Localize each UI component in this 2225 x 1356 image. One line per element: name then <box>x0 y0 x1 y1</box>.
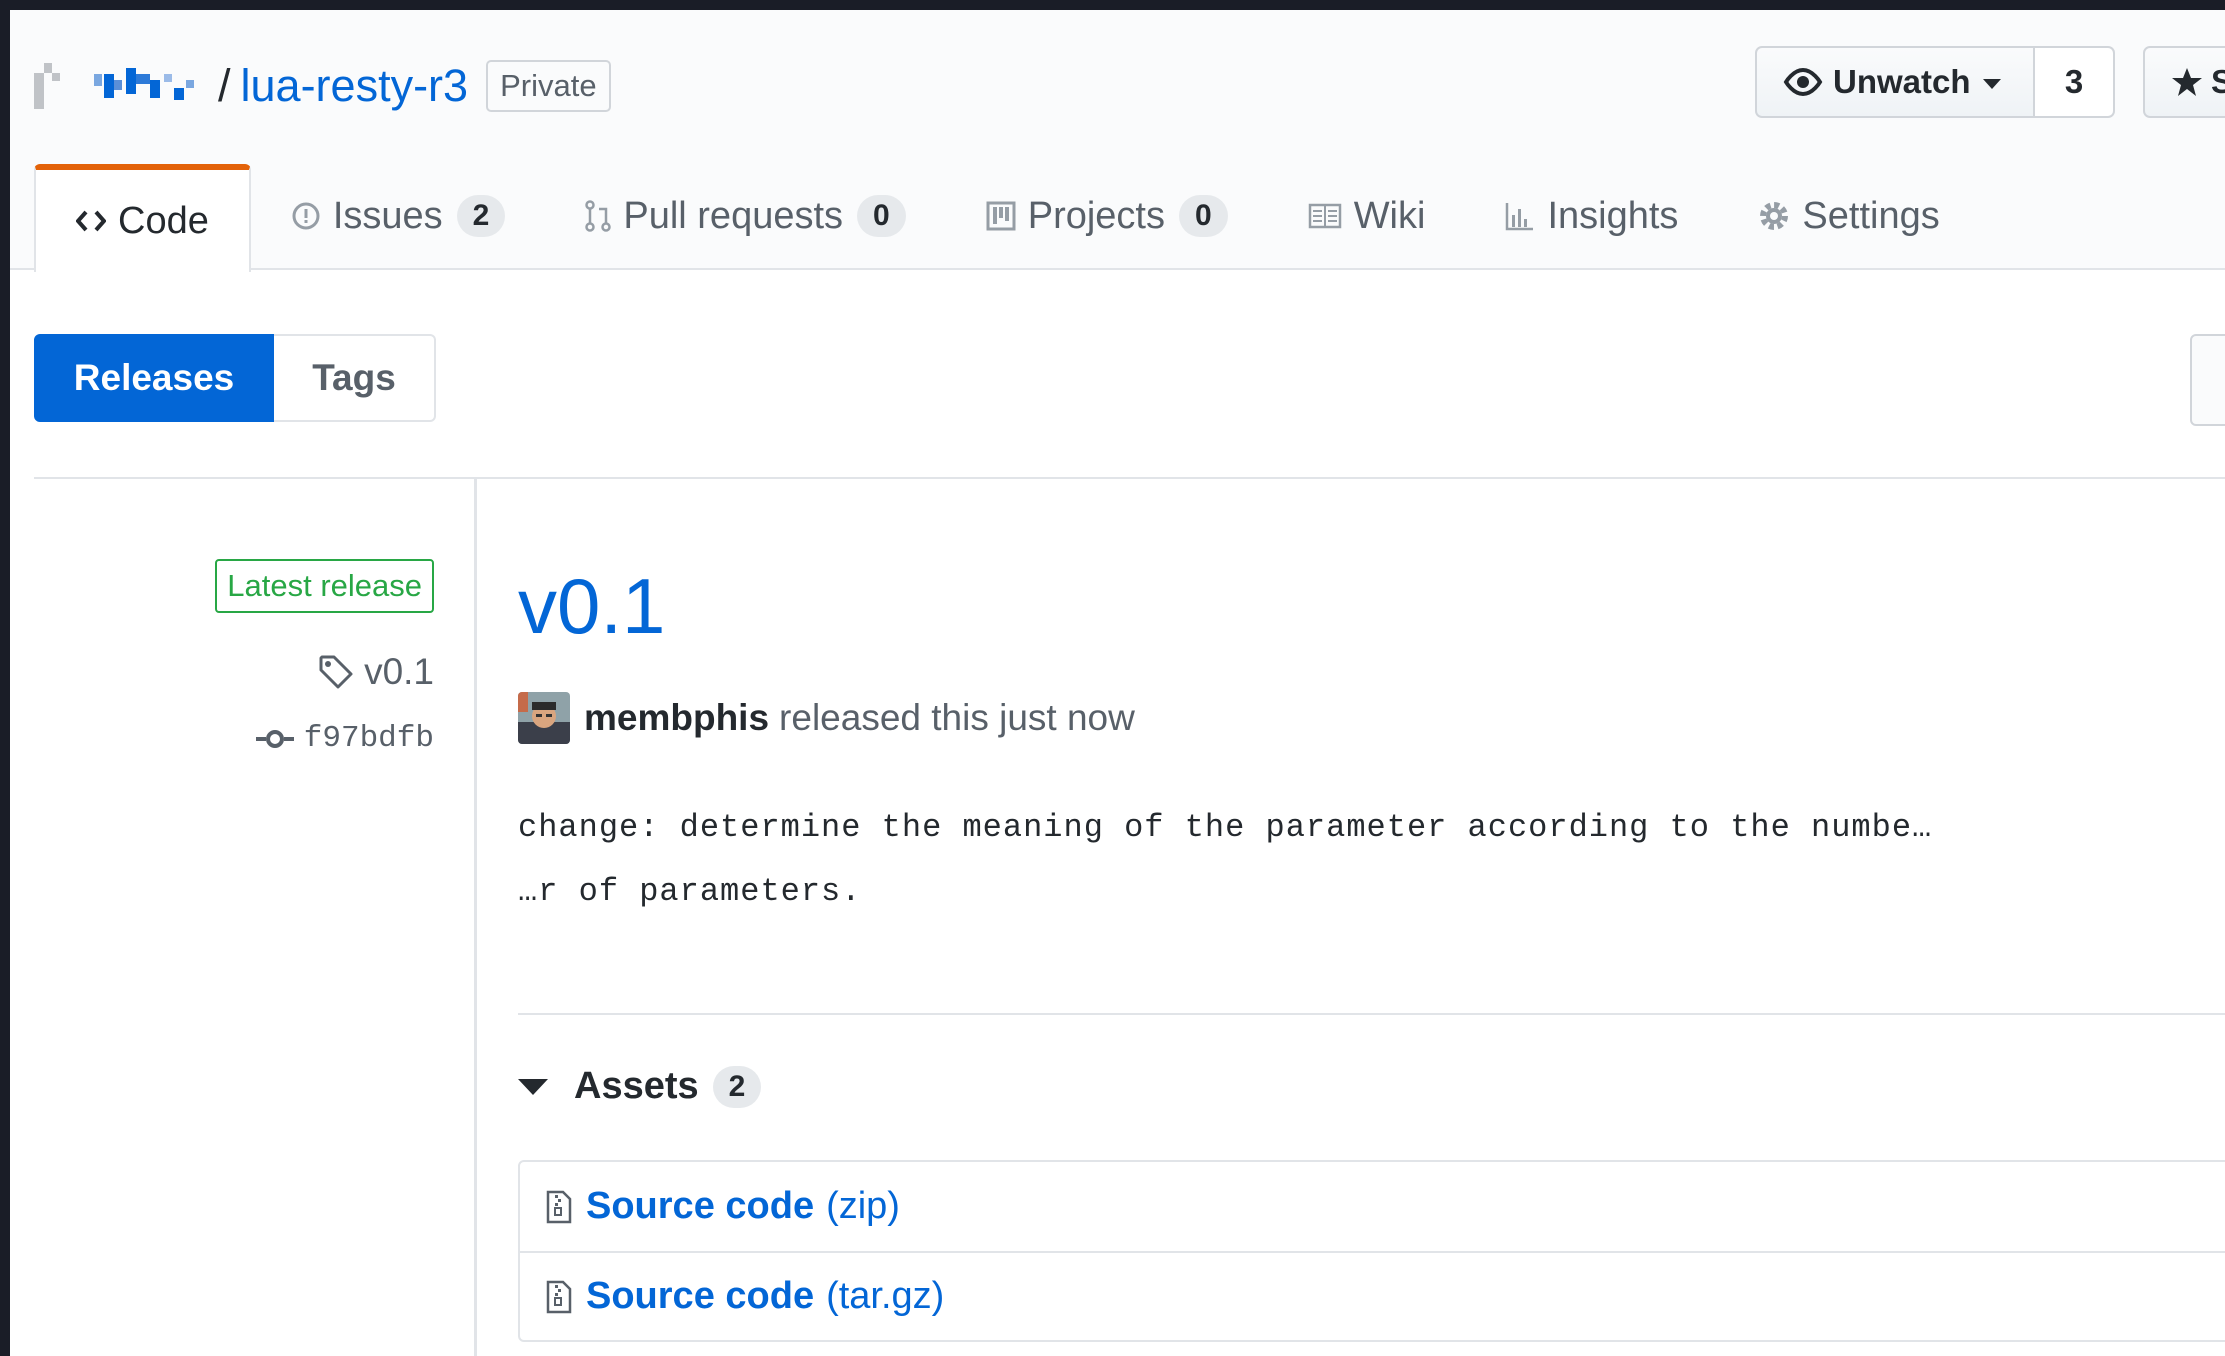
chevron-down-icon <box>1982 79 2001 89</box>
tab-pull-requests-label: Pull requests <box>623 194 844 237</box>
owner-avatar-pixelated <box>94 68 194 100</box>
release-commit-sha: f97bdfb <box>303 721 434 756</box>
tag-icon <box>319 655 353 689</box>
projects-count-badge: 0 <box>1179 195 1228 237</box>
tab-projects[interactable]: Projects 0 <box>946 164 1268 268</box>
browser-page: / lua-resty-r3 Private Unwatch 3 S Code … <box>10 10 2225 1356</box>
asset-zip-link[interactable]: Source code (zip) <box>520 1162 2225 1251</box>
assets-label: Assets <box>574 1065 699 1107</box>
repo-tabs: Code Issues 2 Pull requests 0 Projects 0… <box>10 164 1980 272</box>
draft-release-button[interactable] <box>2190 334 2225 426</box>
release-title-link[interactable]: v0.1 <box>518 561 665 651</box>
graph-icon <box>1506 203 1534 231</box>
releases-tab[interactable]: Releases <box>34 334 274 422</box>
triangle-down-icon <box>518 1078 548 1095</box>
file-zip-icon <box>546 1280 572 1313</box>
watchers-count[interactable]: 3 <box>2035 46 2115 118</box>
release-notes-line: change: determine the meaning of the par… <box>518 809 1933 846</box>
assets-divider <box>518 1013 2225 1015</box>
issue-icon <box>292 202 320 230</box>
released-text: released this just now <box>779 697 1135 738</box>
commit-icon <box>255 729 294 748</box>
repo-icon <box>34 63 60 109</box>
tab-wiki[interactable]: Wiki <box>1268 164 1466 268</box>
star-button[interactable]: S <box>2143 46 2225 118</box>
assets-list: Source code (zip) Source code (tar.gz) <box>518 1160 2225 1342</box>
repo-owner-link[interactable] <box>94 66 204 106</box>
assets-toggle[interactable]: Assets 2 <box>518 1065 762 1108</box>
private-label: Private <box>486 60 611 112</box>
code-icon <box>76 210 106 232</box>
gear-icon <box>1760 202 1789 230</box>
release-tag-label: v0.1 <box>364 651 434 692</box>
release-tag-link[interactable]: v0.1 <box>318 651 434 693</box>
asset-targz-link[interactable]: Source code (tar.gz) <box>520 1251 2225 1340</box>
path-separator: / <box>218 60 231 111</box>
author-avatar[interactable] <box>518 692 570 744</box>
author-link[interactable]: membphis <box>584 697 769 739</box>
repo-title: / lua-resty-r3 Private <box>34 56 611 116</box>
tab-wiki-label: Wiki <box>1353 194 1426 237</box>
star-label: S <box>2211 63 2225 100</box>
book-icon <box>1308 203 1341 229</box>
tab-settings[interactable]: Settings <box>1718 164 1979 268</box>
asset-zip-ext: (zip) <box>826 1185 900 1227</box>
tab-pull-requests[interactable]: Pull requests 0 <box>545 164 945 268</box>
issues-count-badge: 2 <box>456 195 506 237</box>
star-icon <box>2172 68 2202 96</box>
latest-release-badge: Latest release <box>215 559 434 613</box>
releases-subnav: Releases Tags <box>34 334 436 422</box>
pull-requests-count-badge: 0 <box>857 195 906 237</box>
pull-request-icon <box>585 200 612 232</box>
asset-targz-ext: (tar.gz) <box>826 1275 945 1317</box>
assets-count-badge: 2 <box>712 1065 762 1108</box>
tab-insights-label: Insights <box>1547 194 1679 237</box>
repo-actions: Unwatch 3 S <box>1755 46 2225 118</box>
tab-code[interactable]: Code <box>34 164 251 272</box>
project-icon <box>986 201 1016 231</box>
unwatch-label: Unwatch <box>1833 63 1971 100</box>
tab-code-label: Code <box>118 199 209 242</box>
eye-icon <box>1783 67 1823 97</box>
repo-name-link[interactable]: lua-resty-r3 <box>241 60 469 112</box>
release-byline: membphis released this just now <box>518 692 1135 744</box>
asset-zip-name: Source code <box>586 1185 815 1227</box>
asset-targz-name: Source code <box>586 1275 815 1317</box>
release-meta-column: Latest release v0.1 f97bdfb <box>34 479 477 1356</box>
tab-issues-label: Issues <box>332 194 443 237</box>
tab-issues[interactable]: Issues 2 <box>251 164 546 268</box>
tab-settings-label: Settings <box>1802 194 1940 237</box>
unwatch-button[interactable]: Unwatch <box>1755 46 2035 118</box>
tab-projects-label: Projects <box>1027 194 1165 237</box>
release-commit-link[interactable]: f97bdfb <box>255 721 434 756</box>
tags-tab[interactable]: Tags <box>274 334 436 422</box>
tab-insights[interactable]: Insights <box>1465 164 1718 268</box>
release-notes-line: …r of parameters. <box>518 873 862 910</box>
repo-header: / lua-resty-r3 Private Unwatch 3 S Code … <box>10 10 2225 272</box>
file-zip-icon <box>546 1190 572 1223</box>
